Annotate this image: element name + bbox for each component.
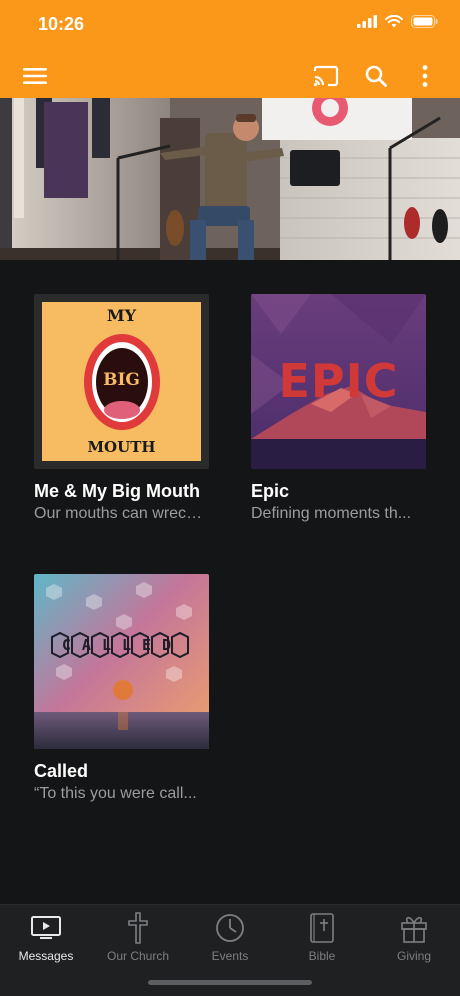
hamburger-menu-icon[interactable] xyxy=(19,60,51,92)
series-artwork[interactable]: CALLED xyxy=(34,574,209,749)
tab-label: Messages xyxy=(18,949,74,963)
series-card[interactable]: MY BIG MOUTH Me & My Big Mouth Our mouth… xyxy=(34,294,209,523)
home-indicator xyxy=(148,980,312,985)
app-screen: 10:26 MY BIG MOUTH Me & My Big Mouth Our… xyxy=(0,0,460,996)
status-time: 10:26 xyxy=(38,14,85,34)
series-artwork[interactable]: MY BIG MOUTH xyxy=(34,294,209,469)
art-text: CALLED xyxy=(61,636,183,654)
wifi-icon xyxy=(385,15,403,28)
series-title[interactable]: Epic xyxy=(251,481,426,502)
cross-icon xyxy=(92,911,184,945)
status-bar: 10:26 xyxy=(0,0,460,48)
tv-play-icon xyxy=(0,911,92,945)
art-text-mid: BIG xyxy=(103,370,140,390)
series-subtitle: Defining moments th... xyxy=(251,505,412,522)
clock-icon xyxy=(184,911,276,945)
gift-icon xyxy=(368,911,460,945)
tab-label: Our Church xyxy=(106,949,170,963)
series-grid: MY BIG MOUTH Me & My Big Mouth Our mouth… xyxy=(0,262,460,902)
art-text: EPIC xyxy=(278,354,399,408)
tab-label: Giving xyxy=(396,949,431,963)
tab-giving[interactable]: Giving xyxy=(368,911,460,971)
more-vertical-icon[interactable] xyxy=(409,60,441,92)
series-artwork[interactable]: EPIC xyxy=(251,294,426,469)
tab-events[interactable]: Events xyxy=(184,911,276,971)
search-icon[interactable] xyxy=(360,60,392,92)
header: 10:26 xyxy=(0,0,460,98)
status-icons xyxy=(357,15,438,28)
art-text-top: MY xyxy=(106,306,137,325)
tab-label: Events xyxy=(211,949,249,963)
series-subtitle: Our mouths can wreck... xyxy=(34,505,206,522)
series-title[interactable]: Called xyxy=(34,761,209,782)
app-bar xyxy=(0,52,460,98)
series-card[interactable]: EPIC Epic Defining moments th... xyxy=(251,294,426,523)
series-subtitle: “To this you were call... xyxy=(34,785,197,802)
tab-our-church[interactable]: Our Church xyxy=(92,911,184,971)
tab-bible[interactable]: Bible xyxy=(276,911,368,971)
tab-label: Bible xyxy=(308,949,336,963)
hero-image xyxy=(0,98,460,260)
battery-icon xyxy=(411,15,438,28)
art-text-bottom: MOUTH xyxy=(87,438,156,456)
signal-icon xyxy=(357,15,377,28)
tab-messages[interactable]: Messages xyxy=(0,911,92,971)
series-card[interactable]: CALLED Called “To this you were call... xyxy=(34,574,209,803)
bible-icon xyxy=(276,911,368,945)
series-title[interactable]: Me & My Big Mouth xyxy=(34,481,209,502)
cast-icon[interactable] xyxy=(310,60,342,92)
